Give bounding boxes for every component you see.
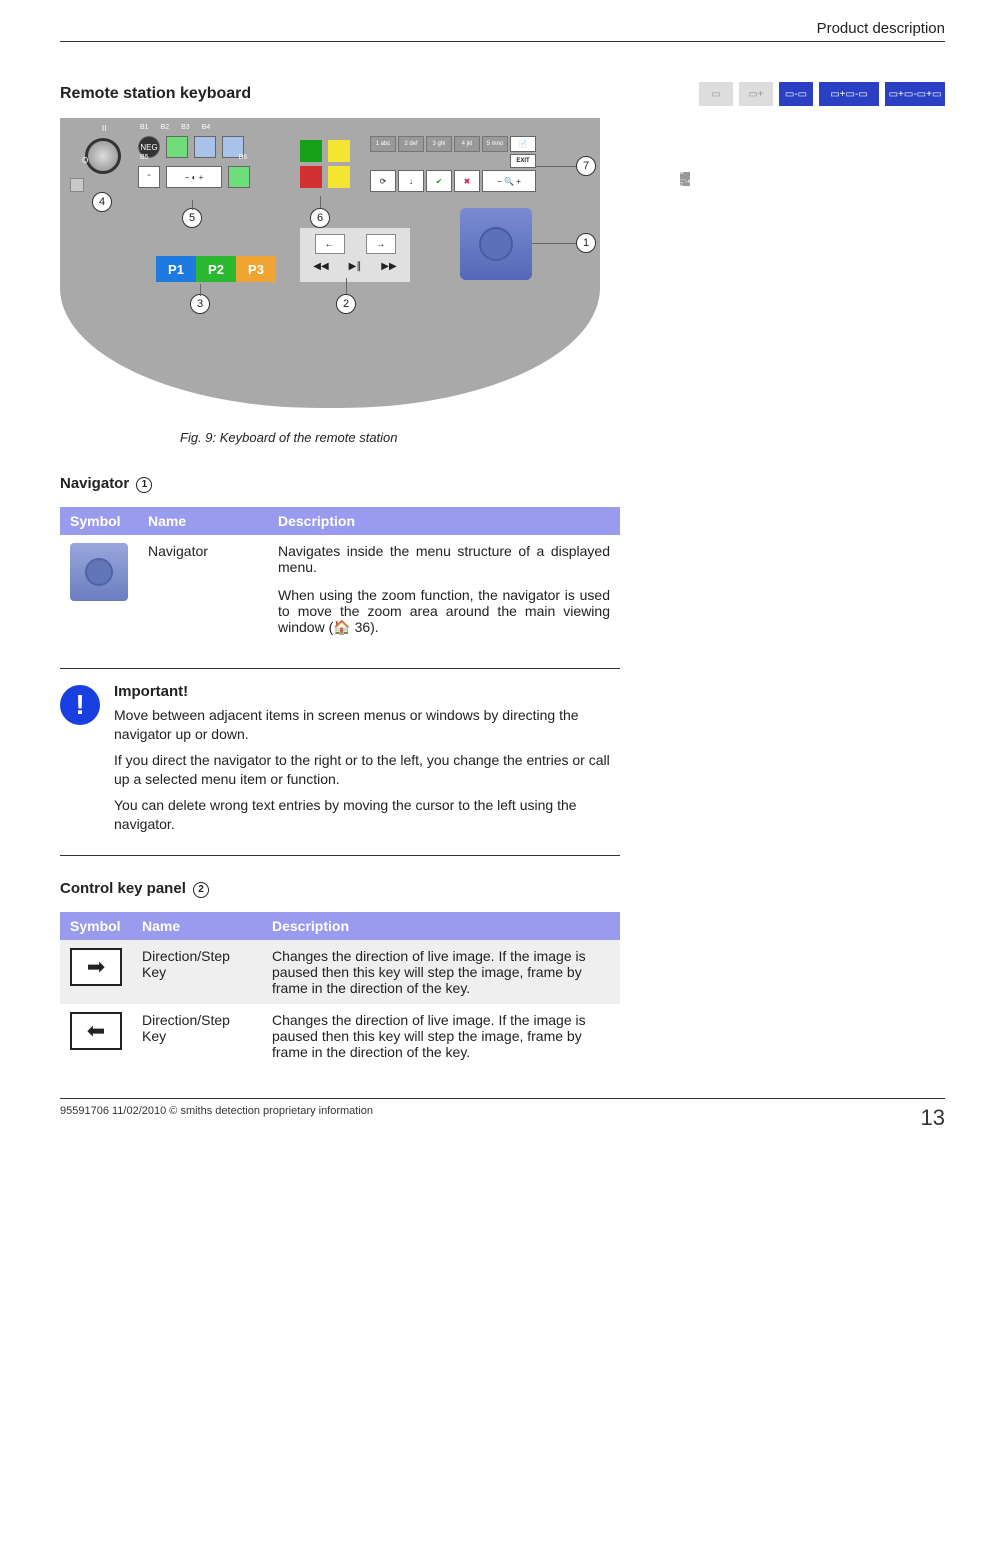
ctrl-col-name: Name <box>132 912 262 940</box>
alphanumeric-pad-keys: ⟳ ↓ ✔ ✖ − 🔍 + <box>370 170 536 192</box>
section-heading: Remote station keyboard <box>60 85 251 103</box>
important-note: ! Important! Move between adjacent items… <box>60 668 620 857</box>
mode-icon-3: ▭-▭ <box>779 82 813 106</box>
footer-left: 95591706 11/02/2010 © smiths detection p… <box>60 1105 373 1131</box>
mode-icon-1: ▭ <box>699 82 733 106</box>
callout-6: 6 <box>310 208 330 228</box>
key-forward[interactable]: ▶▶ <box>378 256 400 276</box>
important-p3: You can delete wrong text entries by mov… <box>114 796 620 835</box>
control-panel-heading-num: 2 <box>193 882 209 898</box>
header-title: Product description <box>817 20 945 37</box>
important-p2: If you direct the navigator to the right… <box>114 751 620 790</box>
key-zoom[interactable]: − 🔍 + <box>482 170 536 192</box>
key-switch[interactable] <box>70 178 84 192</box>
key-fn2[interactable]: ↓ <box>398 170 424 192</box>
important-p1: Move between adjacent items in screen me… <box>114 706 620 745</box>
key-play-pause[interactable]: ▶∥ <box>344 256 366 276</box>
arrow-right-icon: ➡ <box>70 948 122 986</box>
navigator-heading-num: 1 <box>136 477 152 493</box>
key-arrow-left[interactable]: ← <box>315 234 345 254</box>
control-table: Symbol Name Description ➡ Direction/Step… <box>60 912 620 1068</box>
key-yellow-2[interactable] <box>328 166 350 188</box>
callout-5: 5 <box>182 208 202 228</box>
media-key-panel: ← → ◀◀ ▶∥ ▶▶ <box>300 228 410 282</box>
navigator-desc: Navigates inside the menu structure of a… <box>268 535 620 644</box>
navigator-heading: Navigator 1 <box>60 475 945 493</box>
callout-1: 1 <box>576 233 596 253</box>
mode-icon-2: ▭+ <box>739 82 773 106</box>
navigator-pad[interactable] <box>460 208 532 280</box>
key-red[interactable] <box>300 166 322 188</box>
mode-icon-strip: ▭ ▭+ ▭-▭ ▭+▭-▭ ▭+▭-▭+▭ <box>699 82 945 106</box>
key-p2[interactable]: P2 <box>196 256 236 282</box>
key-b5[interactable]: ⌃ <box>138 166 160 188</box>
ctrl-symbol-2: ➡ <box>60 1004 132 1068</box>
key-check[interactable]: ✔ <box>426 170 452 192</box>
callout-4: 4 <box>92 192 112 212</box>
arrow-left-icon: ➡ <box>70 1012 122 1050</box>
col-symbol: Symbol <box>60 507 138 535</box>
p-key-group: P1 P2 P3 <box>156 256 276 282</box>
ctrl-desc-2: Changes the direction of live image. If … <box>262 1004 620 1068</box>
control-panel-heading: Control key panel 2 <box>60 880 945 898</box>
ctrl-name-2: Direction/Step Key <box>132 1004 262 1068</box>
color-keys-2 <box>300 166 350 188</box>
key-fn1[interactable]: ⟳ <box>370 170 396 192</box>
navigator-name: Navigator <box>138 535 268 644</box>
important-title: Important! <box>114 683 620 700</box>
key-arrow-right[interactable]: → <box>366 234 396 254</box>
navigator-thumb-icon <box>70 543 128 601</box>
ctrl-col-description: Description <box>262 912 620 940</box>
mode-icon-5: ▭+▭-▭+▭ <box>885 82 945 106</box>
page-footer: 95591706 11/02/2010 © smiths detection p… <box>60 1098 945 1131</box>
navigator-center[interactable] <box>479 227 513 261</box>
key-p1[interactable]: P1 <box>156 256 196 282</box>
mode-icon-4: ▭+▭-▭ <box>819 82 879 106</box>
key-cancel[interactable]: ✖ <box>454 170 480 192</box>
navigator-symbol-cell <box>60 535 138 644</box>
b-key-row-2: B5 B6 ⌃ − ◐ + <box>138 166 250 188</box>
navigator-table: Symbol Name Description Navigator Naviga… <box>60 507 620 644</box>
key-b6[interactable] <box>228 166 250 188</box>
key-rewind[interactable]: ◀◀ <box>310 256 332 276</box>
important-icon: ! <box>60 685 100 725</box>
power-knob[interactable] <box>85 138 121 174</box>
ctrl-name-1: Direction/Step Key <box>132 940 262 1004</box>
color-keys-1 <box>300 140 350 162</box>
key-yellow-1[interactable] <box>328 140 350 162</box>
figure-caption: Fig. 9: Keyboard of the remote station <box>180 430 945 445</box>
col-name: Name <box>138 507 268 535</box>
page-header: Product description <box>60 20 945 42</box>
key-p3[interactable]: P3 <box>236 256 276 282</box>
ctrl-col-symbol: Symbol <box>60 912 132 940</box>
page-number: 13 <box>921 1105 945 1131</box>
callout-3: 3 <box>190 294 210 314</box>
ctrl-desc-1: Changes the direction of live image. If … <box>262 940 620 1004</box>
key-green[interactable] <box>300 140 322 162</box>
callout-7: 7 <box>576 156 596 176</box>
brightness-keys[interactable]: − ◐ + <box>166 166 222 188</box>
col-description: Description <box>268 507 620 535</box>
key-menu[interactable]: 📄 <box>510 136 536 152</box>
callout-2: 2 <box>336 294 356 314</box>
key-exit[interactable]: EXIT <box>510 154 536 168</box>
keyboard-figure: II O B1 B2 B3 B4 NEG B5 B6 ⌃ − ◐ + <box>60 118 620 418</box>
ctrl-symbol-1: ➡ <box>60 940 132 1004</box>
